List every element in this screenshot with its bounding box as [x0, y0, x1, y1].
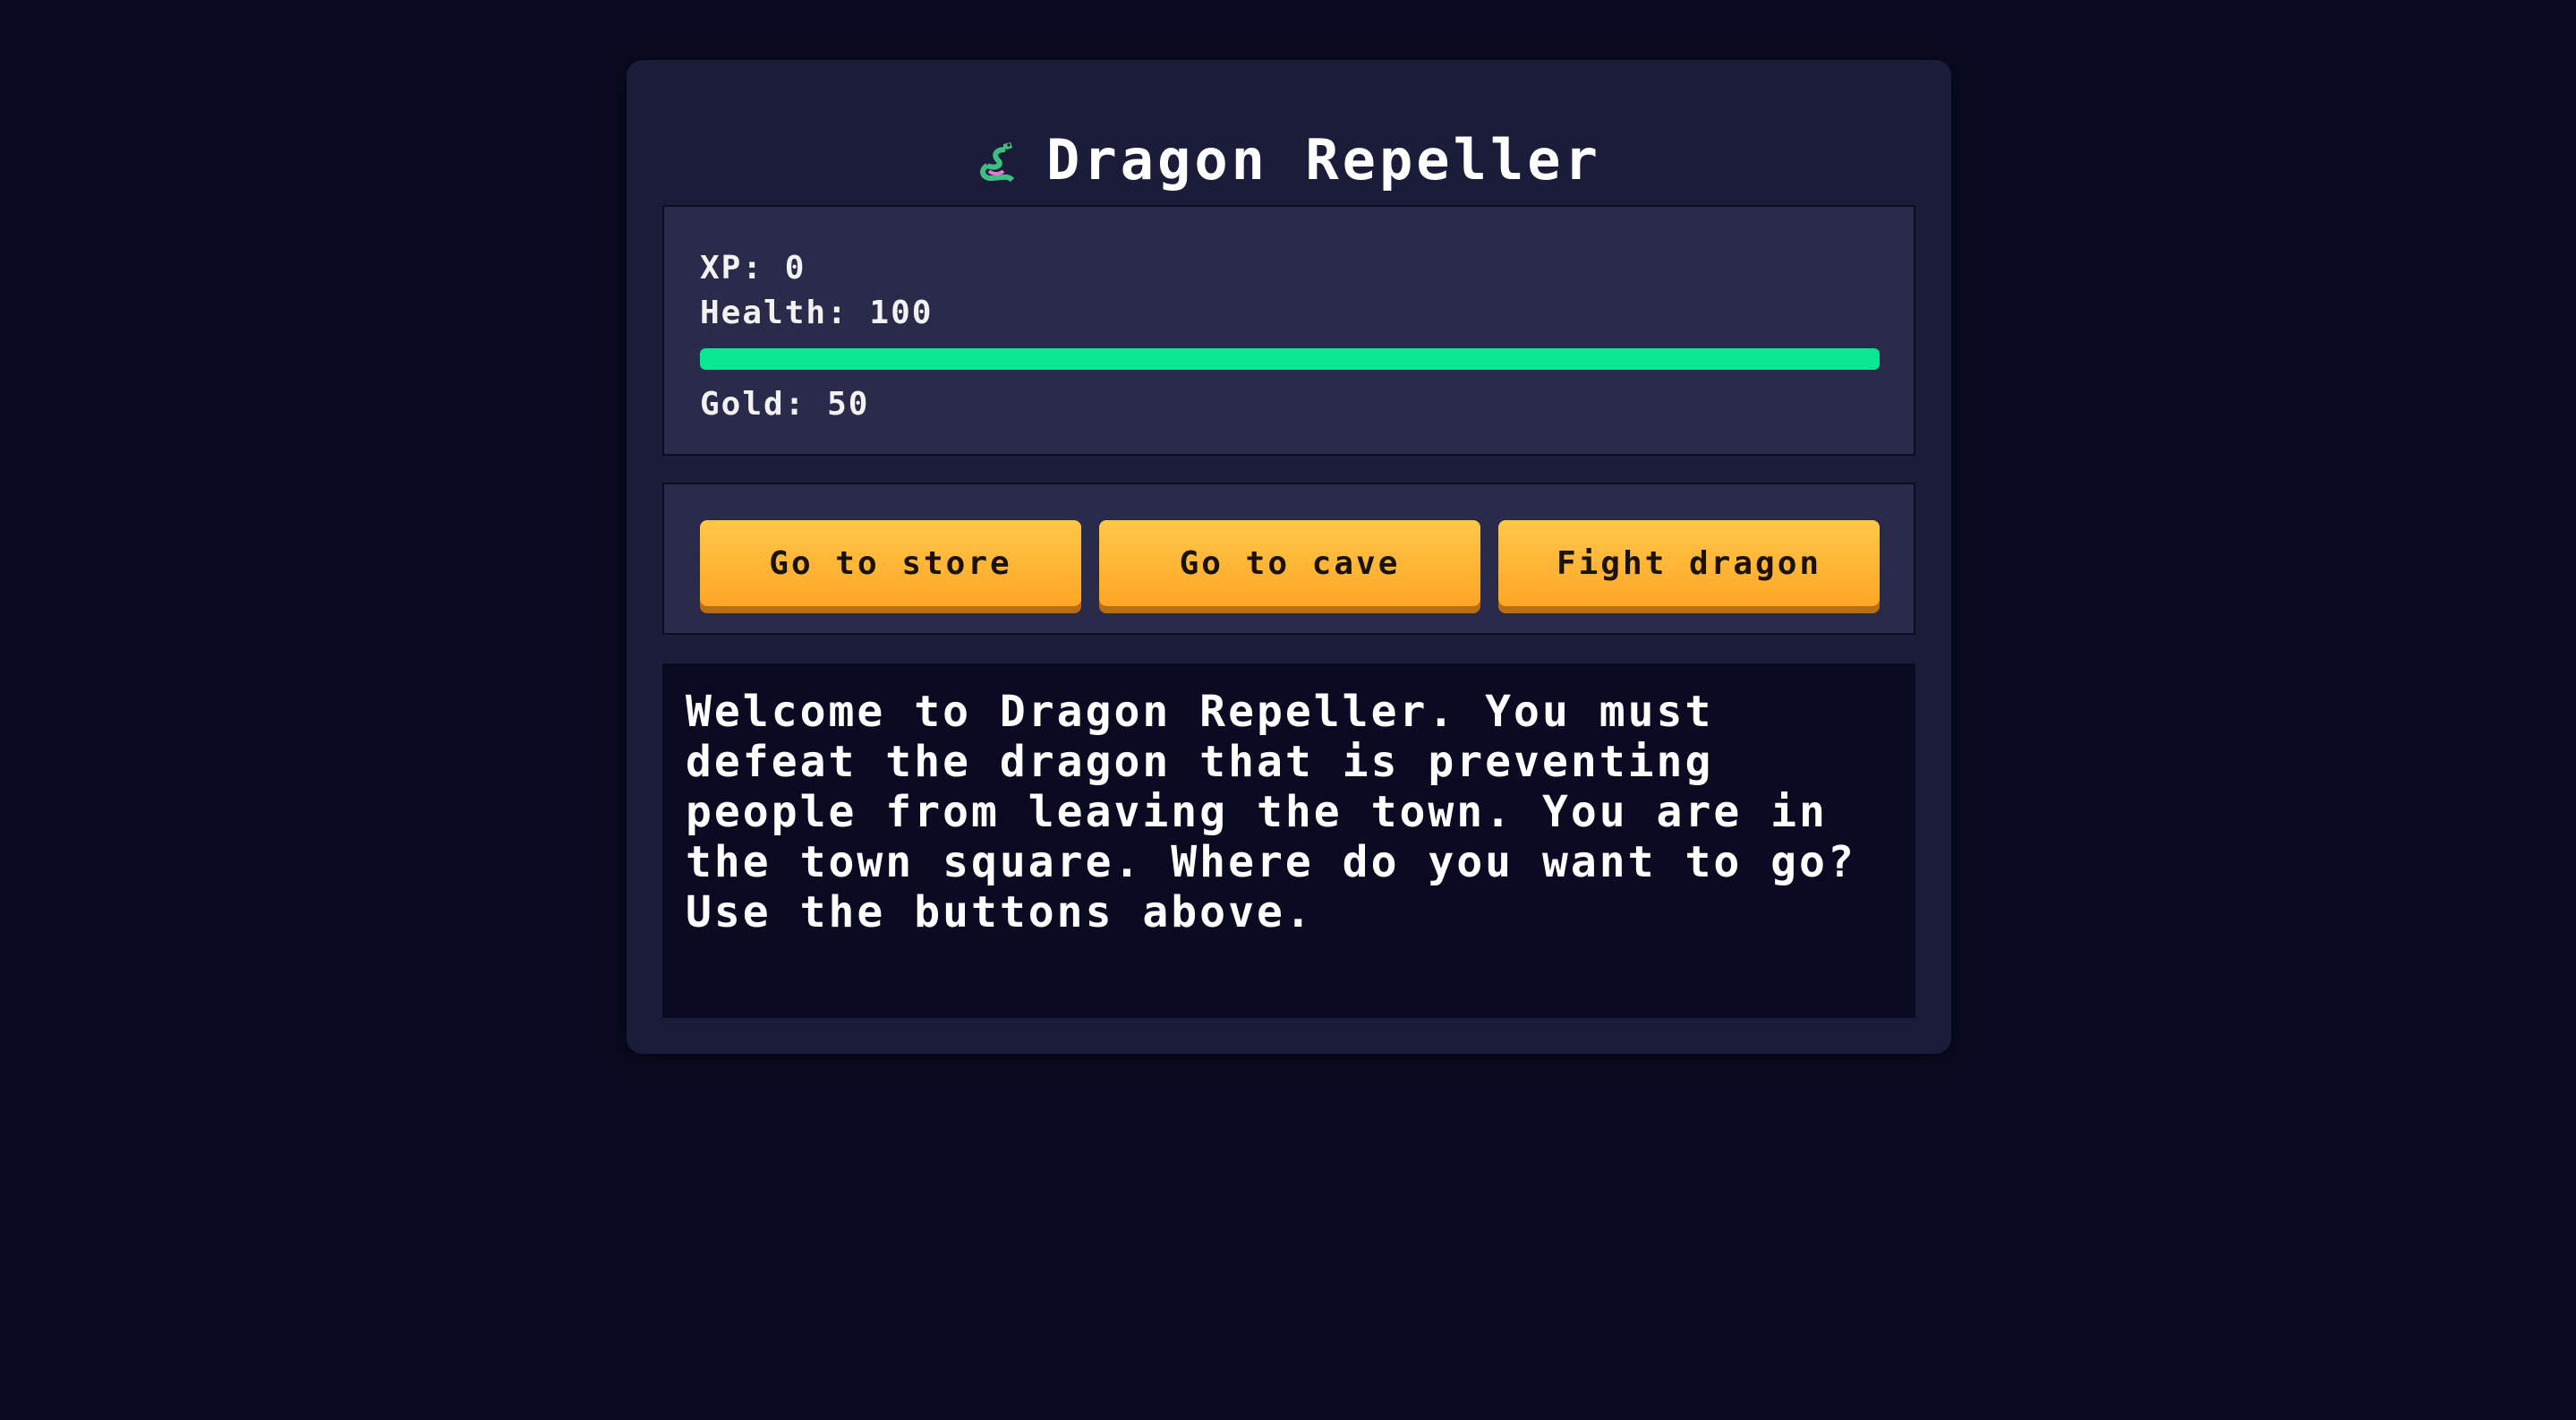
title-text: Dragon Repeller — [1046, 126, 1601, 192]
game-container: Dragon Repeller XP: 0 Health: 100 Gold: … — [627, 60, 1951, 1054]
story-text: Welcome to Dragon Repeller. You must def… — [662, 663, 1915, 1018]
fight-dragon-button[interactable]: Fight dragon — [1498, 520, 1880, 606]
health-value: 100 — [869, 295, 934, 331]
health-stat: Health: 100 — [700, 291, 1878, 336]
game-title: Dragon Repeller — [627, 119, 1951, 200]
health-bar — [700, 348, 1880, 370]
gold-label: Gold: — [700, 386, 806, 423]
controls-panel: Go to store Go to cave Fight dragon — [662, 483, 1915, 635]
xp-stat: XP: 0 — [700, 246, 1878, 291]
gold-value: 50 — [827, 386, 870, 423]
health-label: Health: — [700, 295, 849, 331]
xp-value: 0 — [784, 250, 806, 287]
stats-panel: XP: 0 Health: 100 Gold: 50 — [662, 205, 1915, 456]
go-to-store-button[interactable]: Go to store — [700, 520, 1081, 606]
health-bar-fill — [700, 348, 1880, 370]
go-to-cave-button[interactable]: Go to cave — [1099, 520, 1480, 606]
xp-label: XP: — [700, 250, 764, 287]
dragon-icon — [977, 135, 1019, 184]
gold-stat: Gold: 50 — [700, 382, 1878, 427]
